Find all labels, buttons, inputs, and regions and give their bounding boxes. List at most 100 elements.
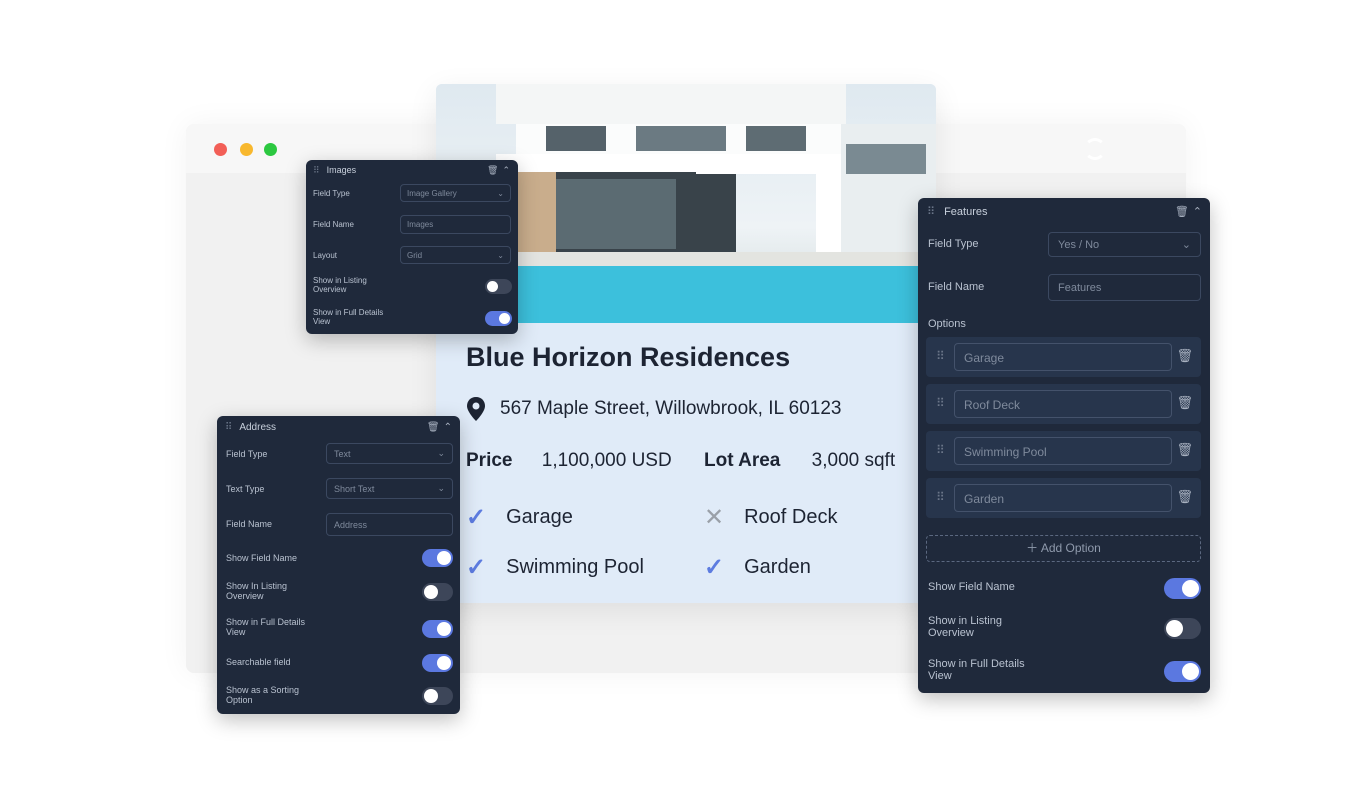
field-name-input[interactable]: Images [400, 215, 511, 234]
close-dot[interactable] [214, 143, 227, 156]
searchable-toggle[interactable] [422, 654, 453, 672]
toggle-label: Show in Full Details View [313, 308, 384, 326]
full-details-toggle[interactable] [485, 311, 512, 326]
check-icon: ✓ [466, 504, 487, 531]
trash-icon[interactable]: 🗑 [1176, 489, 1193, 505]
field-name-input[interactable]: Features [1048, 274, 1201, 301]
address-text: 567 Maple Street, Willowbrook, IL 60123 [500, 398, 842, 419]
trash-icon[interactable]: 🗑 [1176, 442, 1193, 458]
images-field-panel: ⠿ Images 🗑 ⌃ Field Type Image Gallery ⌄ Fi… [306, 160, 518, 334]
option-input[interactable]: Garage [954, 343, 1172, 371]
check-icon: ✓ [466, 554, 487, 581]
feature-name: Garden [744, 556, 811, 578]
field-label: Field Type [226, 449, 268, 459]
toggle-label: Show in Listing Overview [313, 276, 367, 294]
field-label: Layout [313, 251, 338, 260]
feature-item: ✓ Garage [466, 503, 573, 532]
field-type-select[interactable]: Text ⌄ [326, 443, 453, 464]
lot-row: Lot Area 3,000 sqft [704, 450, 895, 472]
panel-header: ⠿ Images 🗑 ⌃ [306, 160, 518, 180]
listing-overview-toggle[interactable] [422, 583, 453, 601]
panel-title: Address [239, 421, 277, 433]
chevron-down-icon: ⌄ [497, 188, 504, 198]
toggle-label: Show In Listing Overview [226, 581, 288, 601]
toggle-label: Show Field Name [928, 581, 1015, 593]
option-row: ⠿ Garage 🗑 [926, 337, 1201, 377]
layout-select[interactable]: Grid ⌄ [400, 246, 511, 264]
trash-icon[interactable]: 🗑 [487, 165, 498, 176]
trash-icon[interactable]: 🗑 [1176, 348, 1193, 364]
full-details-toggle[interactable] [422, 620, 453, 638]
price-value: 1,100,000 USD [541, 450, 672, 471]
feature-name: Roof Deck [744, 506, 838, 528]
lot-label: Lot Area [704, 450, 781, 471]
option-input[interactable]: Garden [954, 484, 1172, 512]
cross-icon: ✕ [704, 504, 725, 531]
show-field-name-toggle[interactable] [422, 549, 453, 567]
features-field-panel: ⠿ Features 🗑 ⌃ Field Type Yes / No ⌄ Field… [918, 198, 1210, 693]
option-input[interactable]: Roof Deck [954, 390, 1172, 418]
toggle-label: Searchable field [226, 657, 291, 667]
toggle-label: Show in Full Details View [226, 617, 306, 637]
chevron-up-icon[interactable]: ⌃ [502, 165, 510, 176]
drag-handle-icon[interactable]: ⠿ [936, 443, 945, 457]
field-type-select[interactable]: Image Gallery ⌄ [400, 184, 511, 202]
panel-title: Images [326, 165, 357, 175]
drag-handle-icon[interactable]: ⠿ [936, 349, 945, 363]
trash-icon[interactable]: 🗑 [1176, 395, 1193, 411]
field-label: Text Type [226, 484, 265, 494]
address-field-panel: ⠿ Address 🗑 ⌃ Field Type Text ⌄ Text Type … [217, 416, 460, 714]
feature-item: ✕ Roof Deck [704, 503, 837, 532]
drag-handle-icon[interactable]: ⠿ [313, 165, 320, 176]
feature-item: ✓ Garden [704, 553, 811, 582]
drag-handle-icon[interactable]: ⠿ [927, 205, 935, 218]
toggle-label: Show in Full Details View [928, 658, 1025, 682]
trash-icon[interactable]: 🗑 [1175, 205, 1189, 218]
minimize-dot[interactable] [240, 143, 253, 156]
location-pin-icon [467, 397, 485, 421]
drag-handle-icon[interactable]: ⠿ [225, 422, 232, 433]
chevron-down-icon: ⌄ [1181, 239, 1191, 251]
panel-header: ⠿ Features 🗑 ⌃ [918, 198, 1210, 225]
full-details-toggle[interactable] [1164, 661, 1201, 682]
trash-icon[interactable]: 🗑 [427, 422, 440, 433]
sorting-option-toggle[interactable] [422, 687, 453, 705]
drag-handle-icon[interactable]: ⠿ [936, 396, 945, 410]
field-type-select[interactable]: Yes / No ⌄ [1048, 232, 1201, 257]
field-label: Field Type [928, 238, 979, 250]
field-name-input[interactable]: Address [326, 513, 453, 536]
chevron-up-icon[interactable]: ⌃ [1193, 205, 1202, 218]
maximize-dot[interactable] [264, 143, 277, 156]
option-row: ⠿ Swimming Pool 🗑 [926, 431, 1201, 471]
chevron-down-icon: ⌄ [437, 483, 445, 493]
panel-title: Features [944, 205, 988, 218]
listing-overview-toggle[interactable] [1164, 618, 1201, 639]
chevron-down-icon: ⌄ [497, 250, 504, 260]
feature-name: Swimming Pool [506, 556, 644, 578]
toggle-label: Show as a Sorting Option [226, 685, 300, 705]
check-icon: ✓ [704, 554, 725, 581]
listing-address: 567 Maple Street, Willowbrook, IL 60123 [466, 397, 841, 421]
price-row: Price 1,100,000 USD [466, 450, 672, 472]
option-row: ⠿ Garden 🗑 [926, 478, 1201, 518]
field-label: Field Name [928, 281, 985, 293]
add-option-button[interactable]: ＋ Add Option [926, 535, 1201, 562]
field-label: Field Name [313, 220, 354, 229]
chevron-down-icon: ⌄ [437, 448, 445, 458]
lot-value: 3,000 sqft [811, 450, 896, 471]
refresh-icon[interactable] [1084, 138, 1106, 160]
toggle-label: Show Field Name [226, 553, 298, 563]
panel-header: ⠿ Address 🗑 ⌃ [217, 416, 460, 438]
price-label: Price [466, 450, 513, 471]
option-row: ⠿ Roof Deck 🗑 [926, 384, 1201, 424]
option-input[interactable]: Swimming Pool [954, 437, 1172, 465]
feature-name: Garage [506, 506, 573, 528]
listing-overview-toggle[interactable] [485, 279, 512, 294]
chevron-up-icon[interactable]: ⌃ [444, 422, 452, 433]
listing-title: Blue Horizon Residences [466, 342, 791, 372]
drag-handle-icon[interactable]: ⠿ [936, 490, 945, 504]
text-type-select[interactable]: Short Text ⌄ [326, 478, 453, 499]
show-field-name-toggle[interactable] [1164, 578, 1201, 599]
field-label: Field Type [313, 189, 350, 198]
feature-item: ✓ Swimming Pool [466, 553, 644, 582]
